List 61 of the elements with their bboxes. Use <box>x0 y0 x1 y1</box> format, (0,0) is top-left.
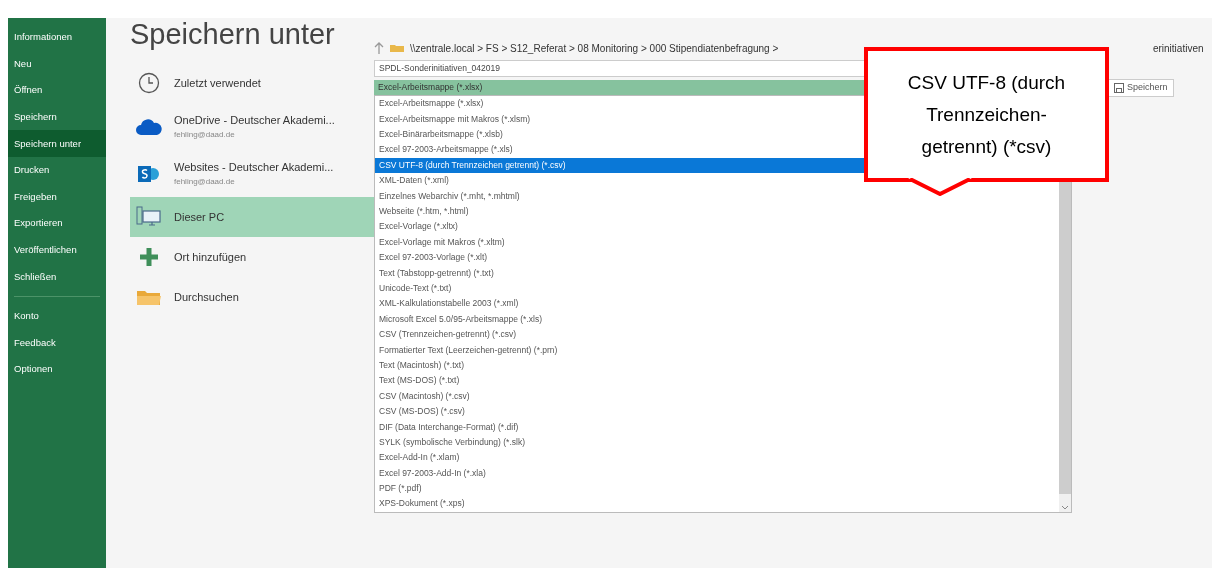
file-type-option[interactable]: Text (Tabstopp-getrennt) (*.txt) <box>375 265 1059 281</box>
file-type-option[interactable]: XPS-Dokument (*.xps) <box>375 496 1059 512</box>
sidebar-item[interactable]: Feedback <box>8 329 106 357</box>
location-item[interactable]: Durchsuchen <box>130 277 375 317</box>
file-type-option[interactable]: CSV (Macintosh) (*.csv) <box>375 388 1059 404</box>
file-type-option[interactable]: Text (Macintosh) (*.txt) <box>375 357 1059 374</box>
sidebar-item[interactable]: Schließen <box>8 263 106 290</box>
sidebar-item[interactable]: Exportieren <box>8 210 106 237</box>
file-type-option[interactable]: Einzelnes Webarchiv (*.mht, *.mhtml) <box>375 188 1059 204</box>
file-type-option[interactable]: Microsoft Excel 5.0/95-Arbeitsmappe (*.xls) <box>375 311 1059 327</box>
file-type-option[interactable]: Unicode-Text (*.txt) <box>375 280 1059 297</box>
location-item[interactable]: Ort hinzufügen <box>130 237 375 277</box>
file-type-option[interactable]: Excel-Add-In (*.xlam) <box>375 450 1059 466</box>
file-type-option[interactable]: XML-Kalkulationstabelle 2003 (*.xml) <box>375 296 1059 312</box>
folder-icon <box>390 44 404 52</box>
clock-icon <box>138 72 160 94</box>
sidebar-item[interactable]: Optionen <box>8 356 106 383</box>
plus-icon <box>140 248 158 266</box>
file-type-option[interactable]: SYLK (symbolische Verbindung) (*.slk) <box>375 434 1059 450</box>
location-label: Ort hinzufügen <box>174 249 247 265</box>
page-title: Speichern unter <box>130 20 336 49</box>
chevron-down-icon[interactable] <box>1059 503 1071 512</box>
folder-path-end: erinitiativen <box>1152 41 1204 56</box>
save-button[interactable]: Speichern <box>1108 79 1174 97</box>
file-type-option[interactable]: DIF (Data Interchange-Format) (*.dif) <box>375 419 1059 435</box>
sidebar-item[interactable]: Speichern <box>8 103 106 131</box>
location-account: fehling@daad.de <box>174 175 236 188</box>
sidebar-item[interactable]: Neu <box>8 50 106 78</box>
sidebar-item[interactable]: Veröffentlichen <box>8 236 106 264</box>
file-type-option[interactable]: Formatierter Text (Leerzeichen-getrennt) (*.prn) <box>375 342 1059 358</box>
location-item[interactable]: Zuletzt verwendet <box>130 63 375 103</box>
file-type-option[interactable]: Text (MS-DOS) (*.txt) <box>375 373 1059 389</box>
up-arrow-icon[interactable] <box>374 42 384 54</box>
sidebar-item[interactable]: Speichern unter <box>8 130 106 157</box>
file-type-option[interactable]: PDF (*.pdf) <box>375 480 1059 497</box>
location-label: Websites - Deutscher Akademi... <box>174 160 334 176</box>
location-item[interactable]: Dieser PC <box>130 197 375 237</box>
file-type-option[interactable]: Webseite (*.htm, *.html) <box>375 203 1059 220</box>
file-type-option[interactable]: Excel-Vorlage mit Makros (*.xltm) <box>375 234 1059 250</box>
file-type-option[interactable]: Excel 97-2003-Add-In (*.xla) <box>375 465 1059 481</box>
folder-path[interactable]: \\zentrale.local > FS > S12_Referat > 08 Monitoring > 000 Stipendiatenbefragung > <box>410 40 779 56</box>
sidebar-item[interactable]: Freigeben <box>8 183 106 211</box>
location-label: Zuletzt verwendet <box>174 75 261 91</box>
sidebar-item[interactable]: Konto <box>8 302 106 330</box>
cloud-icon <box>136 117 162 136</box>
save-icon <box>1114 83 1124 93</box>
location-label: OneDrive - Deutscher Akademi... <box>174 113 335 129</box>
file-type-option[interactable]: CSV (Trennzeichen-getrennt) (*.csv) <box>375 326 1059 343</box>
sidebar-item[interactable]: Öffnen <box>8 77 106 104</box>
sidebar-item[interactable]: Drucken <box>8 156 106 184</box>
file-type-option[interactable]: Excel-Vorlage (*.xltx) <box>375 219 1059 235</box>
location-item[interactable]: Websites - Deutscher Akademi... fehling@daad.de <box>130 150 375 197</box>
computer-icon <box>136 206 162 228</box>
location-label: Durchsuchen <box>174 289 239 305</box>
location-item[interactable]: OneDrive - Deutscher Akademi... fehling@daad.de <box>130 103 375 150</box>
location-account: fehling@daad.de <box>174 128 236 141</box>
location-label: Dieser PC <box>174 209 225 225</box>
folder-icon <box>136 288 162 306</box>
sidebar-item[interactable]: Informationen <box>8 24 106 51</box>
file-type-option[interactable]: Excel 97-2003-Vorlage (*.xlt) <box>375 249 1059 266</box>
file-type-option[interactable]: CSV (MS-DOS) (*.csv) <box>375 403 1059 420</box>
